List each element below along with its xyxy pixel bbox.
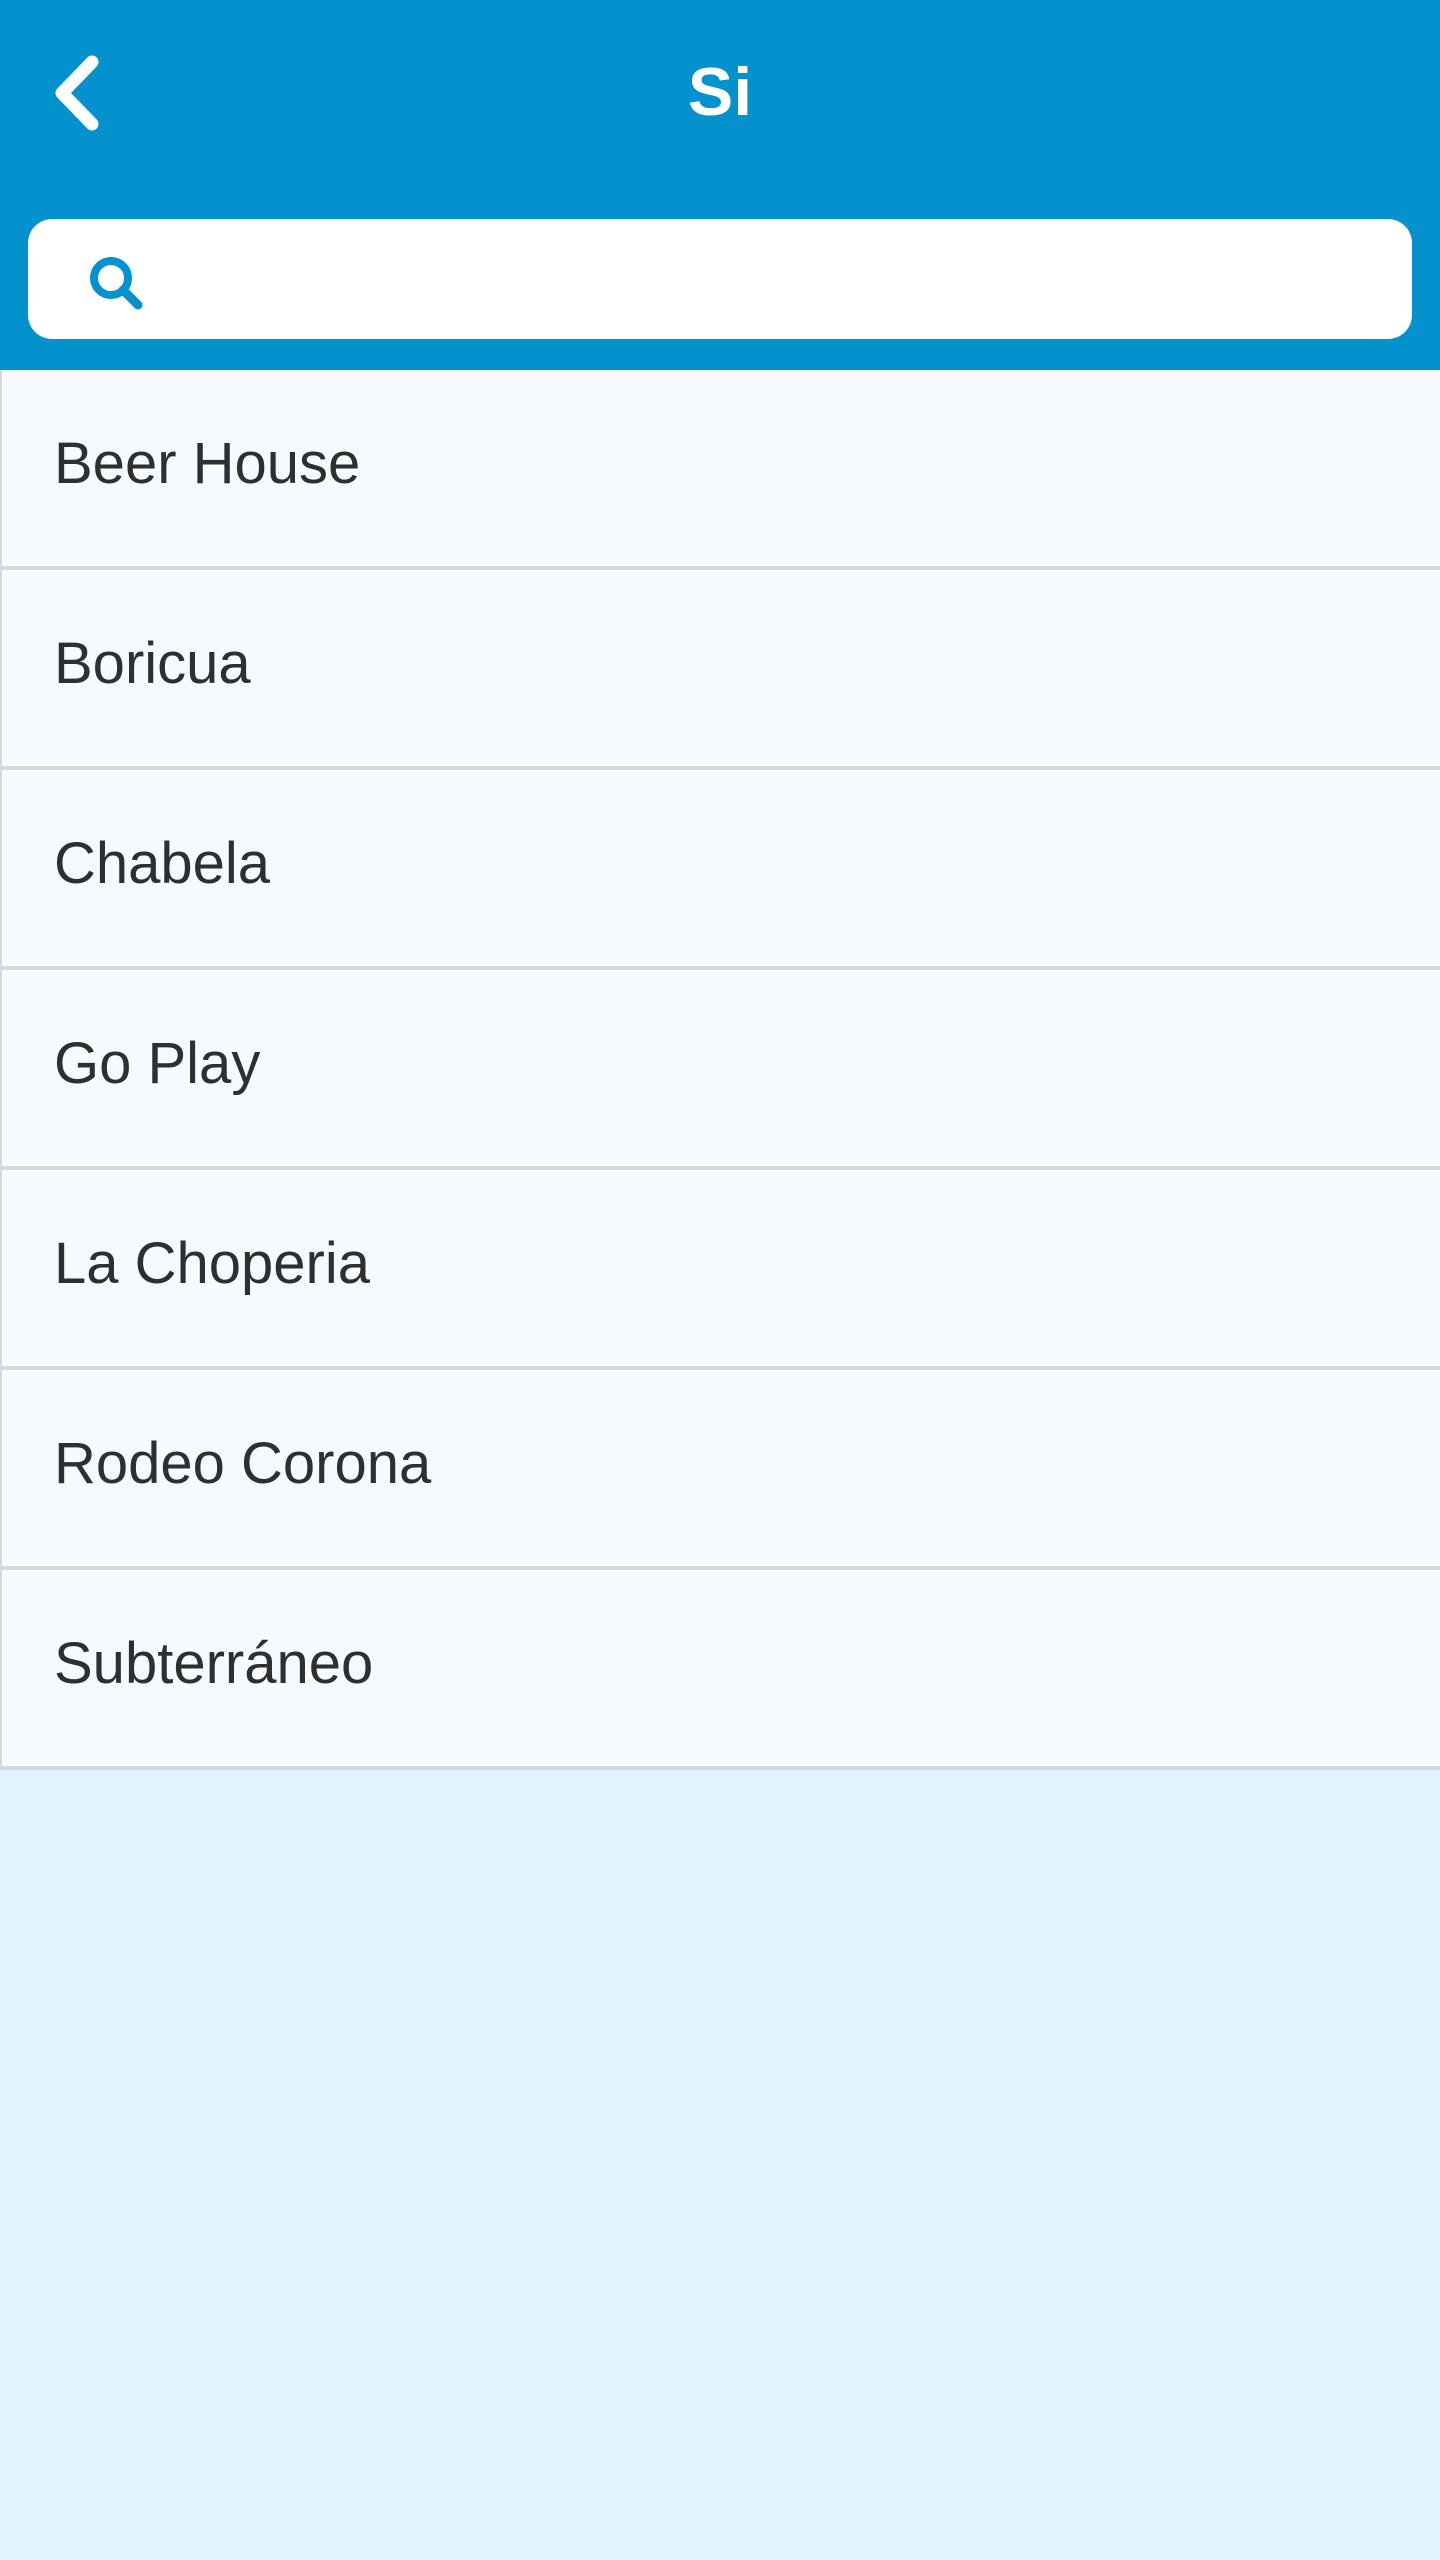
list-item[interactable]: Boricua: [0, 570, 1440, 770]
list-item-label: Boricua: [54, 631, 251, 696]
list-item-label: Beer House: [54, 431, 361, 496]
list-item-label: Chabela: [54, 831, 271, 896]
list-item-label: Go Play: [54, 1031, 261, 1096]
search-bar[interactable]: [28, 219, 1412, 341]
list-item-label: La Choperia: [54, 1231, 370, 1296]
list-item[interactable]: Chabela: [0, 770, 1440, 970]
list-item[interactable]: Rodeo Corona: [0, 1370, 1440, 1570]
page-title: Si: [687, 54, 753, 130]
search-input[interactable]: [168, 219, 1392, 341]
list-item-label: Rodeo Corona: [54, 1431, 432, 1496]
list-item[interactable]: Subterráneo: [0, 1570, 1440, 1770]
list-item[interactable]: Go Play: [0, 970, 1440, 1170]
list-item[interactable]: La Choperia: [0, 1170, 1440, 1370]
list-item[interactable]: Beer House: [0, 370, 1440, 570]
list-item-label: Subterráneo: [54, 1631, 374, 1696]
app-header: Si: [0, 0, 1440, 370]
search-icon: [90, 257, 143, 310]
venue-list: Beer House Boricua Chabela Go Play La Ch…: [0, 370, 1440, 1770]
